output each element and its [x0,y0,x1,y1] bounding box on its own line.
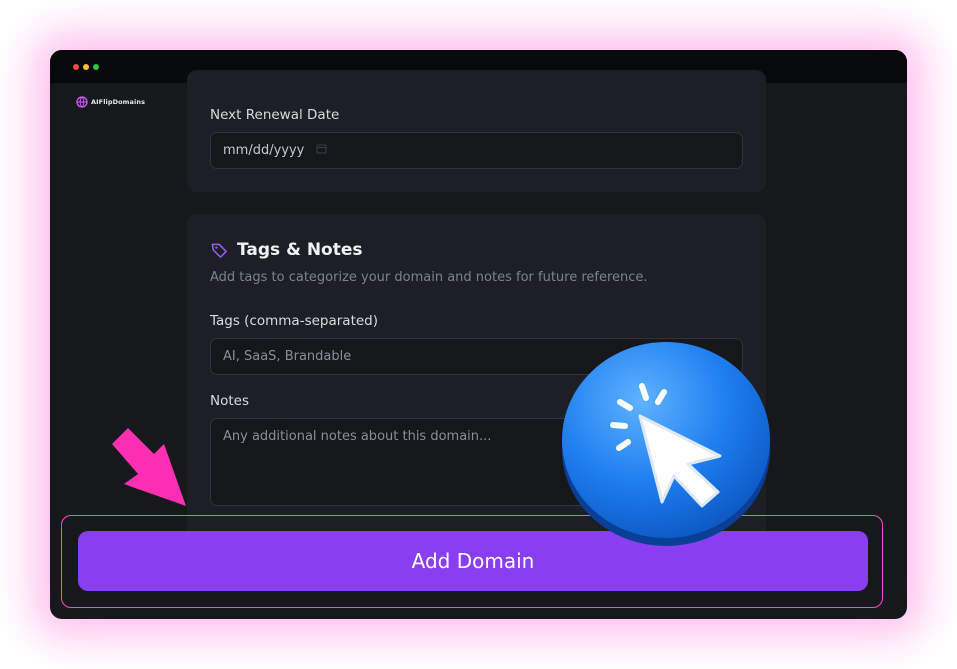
app-logo[interactable]: AIFlipDomains [76,96,145,108]
section-title: Tags & Notes [237,240,363,260]
app-window: AIFlipDomains Next Renewal Date mm/dd/yy… [50,50,907,619]
tag-icon [211,243,227,258]
date-placeholder: mm/dd/yyyy [223,143,305,158]
tags-label: Tags (comma-separated) [210,313,379,329]
notes-placeholder: Any additional notes about this domain..… [223,429,492,444]
cursor-click-icon [562,342,770,546]
section-header: Tags & Notes [210,240,363,260]
renewal-date-label: Next Renewal Date [210,107,340,123]
minimize-dot[interactable] [83,64,89,70]
arrow-down-right-icon [112,428,186,506]
close-dot[interactable] [73,64,79,70]
section-description: Add tags to categorize your domain and n… [210,270,648,285]
renewal-card: Next Renewal Date mm/dd/yyyy [187,70,766,192]
globe-logo-icon [76,96,88,108]
notes-label: Notes [210,393,249,409]
tags-placeholder: AI, SaaS, Brandable [223,349,352,364]
calendar-icon[interactable] [316,143,327,158]
logo-text: AIFlipDomains [91,98,146,106]
maximize-dot[interactable] [93,64,99,70]
renewal-date-input[interactable]: mm/dd/yyyy [210,132,743,169]
